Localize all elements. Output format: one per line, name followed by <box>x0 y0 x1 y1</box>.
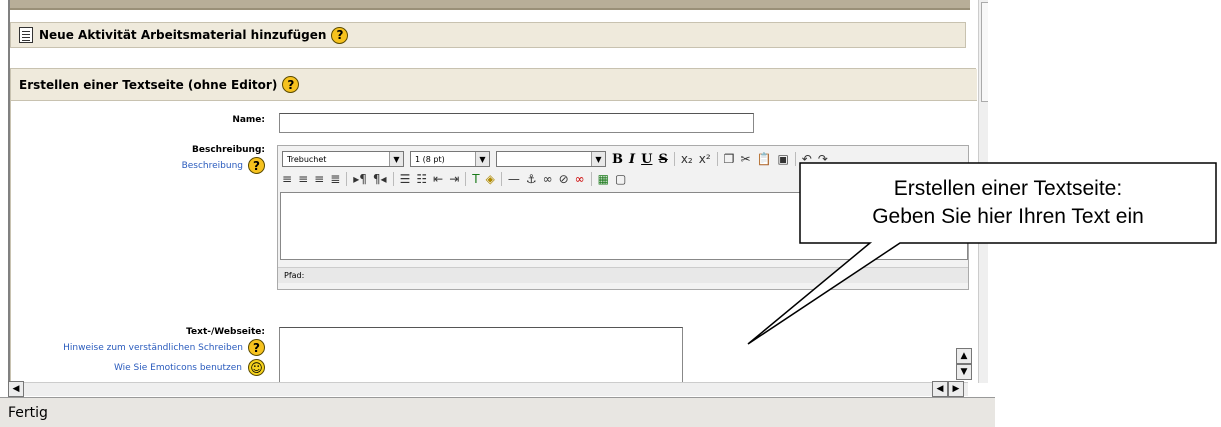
description-help-row: Beschreibung ? <box>161 157 265 174</box>
description-label: Beschreibung: <box>192 145 265 155</box>
callout-text: Erstellen einer Textseite: Geben Sie hie… <box>800 163 1216 243</box>
text-color-icon[interactable]: T <box>472 172 479 186</box>
editor-toolbar-row-2: ≡ ≡ ≡ ≣ ▸¶ ¶◂ ☰ ☷ ⇤ ⇥ T ◈ — ⚓ ∞ ⊘ ∞ ▦ ▢ <box>282 168 626 190</box>
add-activity-section: Neue Aktivität Arbeitsmaterial hinzufüge… <box>10 22 966 48</box>
align-right-icon[interactable]: ≡ <box>314 172 324 186</box>
chevron-down-icon: ▼ <box>591 152 605 166</box>
insert-image-icon[interactable]: ▦ <box>598 172 609 186</box>
unordered-list-icon[interactable]: ☷ <box>416 172 427 186</box>
document-icon <box>19 27 33 43</box>
name-label: Name: <box>232 115 265 125</box>
help-icon[interactable]: ? <box>331 26 349 44</box>
callout-line-2: Geben Sie hier Ihren Text ein <box>872 205 1144 228</box>
scroll-right-button[interactable]: ▶ <box>948 381 964 397</box>
scroll-left-button[interactable]: ◀ <box>8 381 24 397</box>
toolbar-separator <box>673 152 675 166</box>
page-top-bar <box>10 0 970 10</box>
copy-icon[interactable]: ❐ <box>724 152 735 166</box>
superscript-icon[interactable]: x² <box>699 152 711 166</box>
ordered-list-icon[interactable]: ☰ <box>400 172 411 186</box>
paste-icon[interactable]: 📋 <box>757 152 772 166</box>
align-left-icon[interactable]: ≡ <box>282 172 292 186</box>
text-label: Text-/Webseite: <box>186 327 265 337</box>
bold-button[interactable]: B <box>612 152 623 167</box>
toolbar-separator <box>465 172 467 186</box>
align-center-icon[interactable]: ≡ <box>298 172 308 186</box>
ltr-icon[interactable]: ▸¶ <box>353 172 367 186</box>
toolbar-separator <box>716 152 718 166</box>
toolbar-separator <box>392 172 394 186</box>
toolbar-separator <box>500 172 502 186</box>
rtl-icon[interactable]: ¶◂ <box>373 172 387 186</box>
justify-icon[interactable]: ≣ <box>330 172 340 186</box>
toolbar-separator <box>346 172 348 186</box>
section-title: Neue Aktivität Arbeitsmaterial hinzufüge… <box>39 28 327 42</box>
writing-hints-help-icon[interactable]: ? <box>248 339 265 356</box>
toolbar-separator <box>590 172 592 186</box>
chevron-down-icon: ▼ <box>389 152 403 166</box>
size-select[interactable]: 1 (8 pt) ▼ <box>410 151 490 167</box>
hint-help-row: Hinweise zum verständlichen Schreiben ? <box>11 339 265 356</box>
paste-word-icon[interactable]: ▣ <box>777 152 788 166</box>
insert-table-icon[interactable]: ▢ <box>615 172 626 186</box>
vertical-scroll-thumb[interactable] <box>981 2 988 102</box>
name-input[interactable] <box>279 113 754 133</box>
scroll-up-button[interactable]: ▲ <box>956 348 972 364</box>
description-help-link[interactable]: Beschreibung <box>182 161 243 171</box>
subscript-icon[interactable]: x₂ <box>681 152 693 166</box>
anchor-icon[interactable]: ⚓ <box>526 172 537 186</box>
form-header: Erstellen einer Textseite (ohne Editor) … <box>11 69 977 101</box>
underline-button[interactable]: U <box>641 152 652 167</box>
emoticon-help-row: Wie Sie Emoticons benutzen ☺ <box>11 359 265 376</box>
editor-path-bar: Pfad: <box>278 267 968 283</box>
status-bar: Fertig <box>0 397 995 427</box>
editor-toolbar-row-1: Trebuchet ▼ 1 (8 pt) ▼ ▼ B I U S x₂ x² ❐ ✂… <box>282 148 828 170</box>
writing-hints-link[interactable]: Hinweise zum verständlichen Schreiben <box>63 343 243 353</box>
description-help-icon[interactable]: ? <box>248 157 265 174</box>
indent-icon[interactable]: ⇥ <box>449 172 459 186</box>
form-title: Erstellen einer Textseite (ohne Editor) <box>19 77 278 92</box>
callout-line-1: Erstellen einer Textseite: <box>893 177 1123 200</box>
toolbar-separator <box>794 152 796 166</box>
form-help-icon[interactable]: ? <box>282 76 300 93</box>
scroll-down-button[interactable]: ▼ <box>956 364 972 380</box>
style-select[interactable]: ▼ <box>496 151 606 167</box>
horizontal-rule-icon[interactable]: — <box>508 172 520 186</box>
smiley-icon[interactable]: ☺ <box>248 359 265 376</box>
cut-icon[interactable]: ✂ <box>740 152 750 166</box>
font-select[interactable]: Trebuchet ▼ <box>282 151 404 167</box>
horizontal-scrollbar[interactable] <box>8 382 968 396</box>
emoticon-help-link[interactable]: Wie Sie Emoticons benutzen <box>114 363 242 373</box>
font-select-value: Trebuchet <box>287 154 327 164</box>
size-select-value: 1 (8 pt) <box>415 154 445 164</box>
link-icon[interactable]: ∞ <box>543 172 553 186</box>
nolink-icon[interactable]: ∞ <box>575 172 585 186</box>
unlink-icon[interactable]: ⊘ <box>559 172 569 186</box>
scroll-right-button-1[interactable]: ◀ <box>932 381 948 397</box>
strikethrough-button[interactable]: S <box>658 152 667 167</box>
outdent-icon[interactable]: ⇤ <box>433 172 443 186</box>
chevron-down-icon: ▼ <box>475 152 489 166</box>
status-text: Fertig <box>8 404 48 421</box>
italic-button[interactable]: I <box>629 152 635 167</box>
background-color-icon[interactable]: ◈ <box>486 172 495 186</box>
